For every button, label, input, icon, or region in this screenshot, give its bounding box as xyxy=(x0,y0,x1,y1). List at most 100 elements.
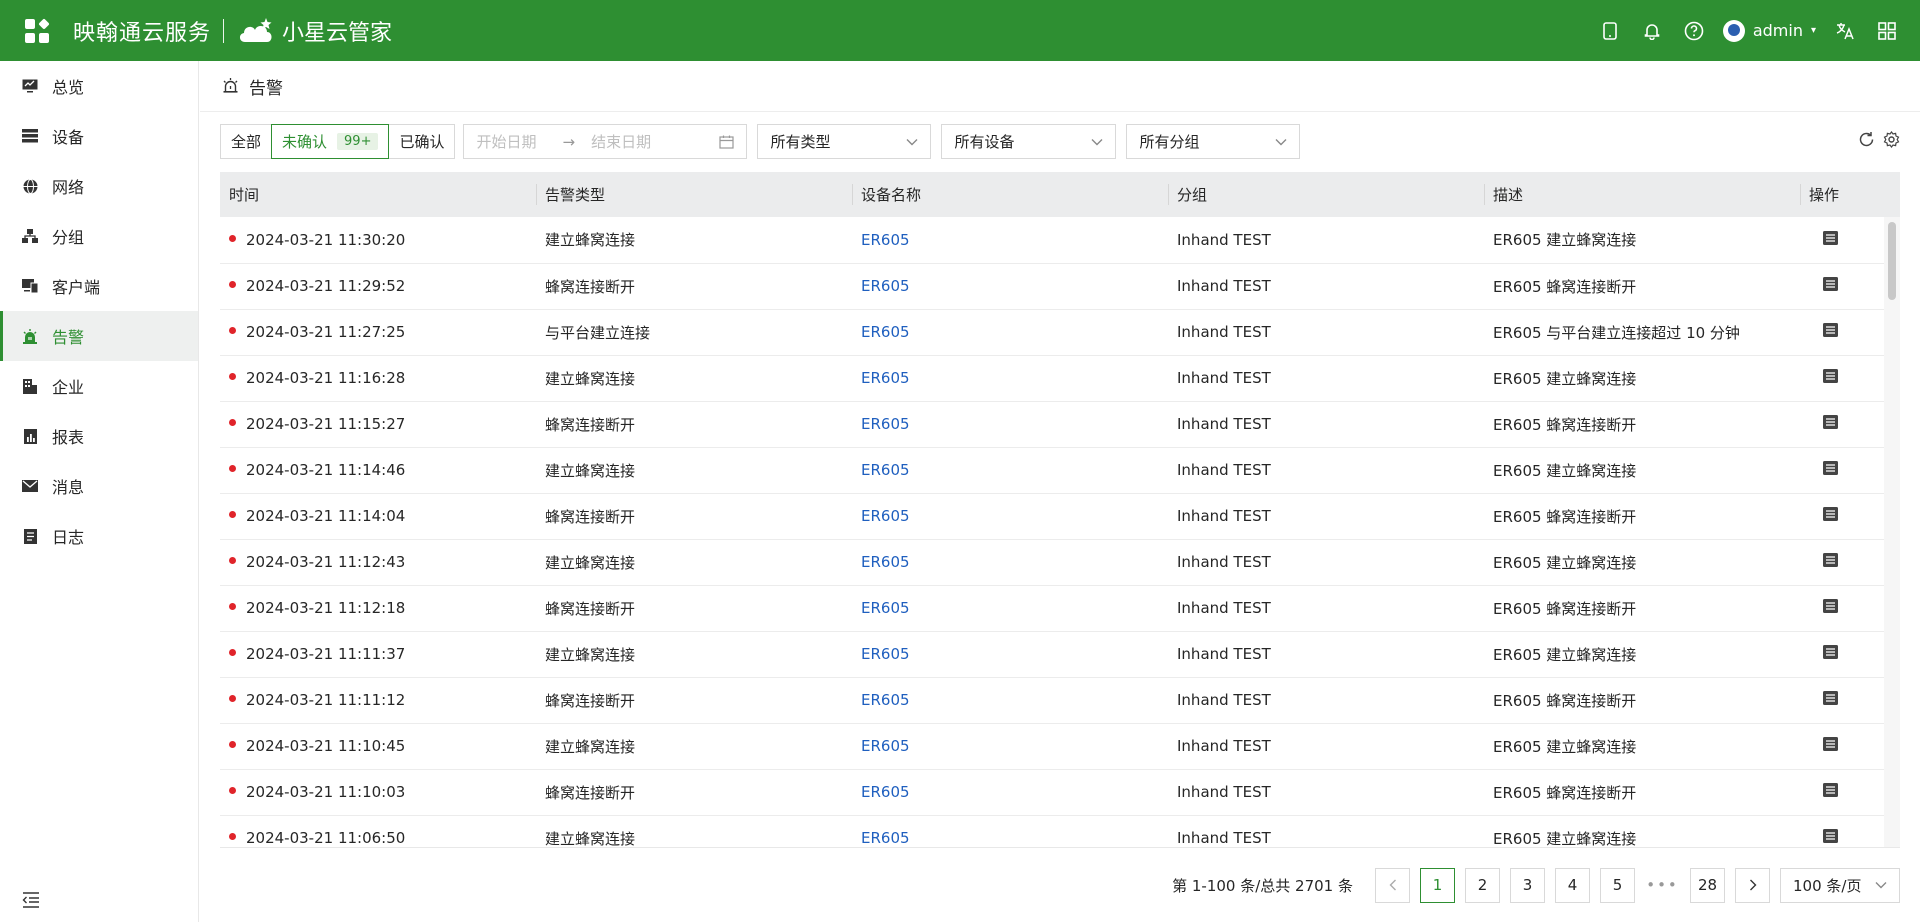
sidebar-item-alarms[interactable]: 告警 xyxy=(0,311,198,361)
detail-icon[interactable] xyxy=(1823,323,1838,337)
scrollbar-thumb[interactable] xyxy=(1888,222,1896,300)
main-content: 告警 全部 未确认 99+ 已确认 开始日期 → 结束日期 所有类型 所有设备 … xyxy=(200,61,1920,922)
sidebar-item-devices[interactable]: 设备 xyxy=(0,111,198,161)
mobile-icon[interactable] xyxy=(1589,10,1631,52)
page-2-button[interactable]: 2 xyxy=(1465,867,1500,903)
grid-icon[interactable] xyxy=(1866,10,1908,52)
page-1-button[interactable]: 1 xyxy=(1420,867,1455,903)
detail-icon[interactable] xyxy=(1823,461,1838,475)
filter-all-button[interactable]: 全部 xyxy=(220,124,273,159)
page-ellipsis[interactable]: ••• xyxy=(1645,867,1680,903)
alert-dot-icon xyxy=(229,833,236,840)
table-row[interactable]: 2024-03-21 11:11:37 建立蜂窝连接 ER605 Inhand TES… xyxy=(220,631,1900,678)
start-date-input[interactable]: 开始日期 xyxy=(476,131,536,152)
table-row[interactable]: 2024-03-21 11:27:25 与平台建立连接 ER605 Inhand TE… xyxy=(220,309,1900,356)
prev-page-button[interactable] xyxy=(1375,867,1410,903)
table-row[interactable]: 2024-03-21 11:29:52 蜂窝连接断开 ER605 Inhand TES… xyxy=(220,263,1900,310)
sidebar-item-messages[interactable]: 消息 xyxy=(0,461,198,511)
next-page-button[interactable] xyxy=(1735,867,1770,903)
group-select[interactable]: 所有分组 xyxy=(1126,124,1301,159)
end-date-input[interactable]: 结束日期 xyxy=(591,131,651,152)
device-select[interactable]: 所有设备 xyxy=(941,124,1117,159)
device-link[interactable]: ER605 xyxy=(861,645,910,663)
page-3-button[interactable]: 3 xyxy=(1510,867,1545,903)
device-link[interactable]: ER605 xyxy=(861,369,910,387)
refresh-icon[interactable] xyxy=(1858,131,1875,148)
translate-icon[interactable] xyxy=(1824,10,1866,52)
detail-icon[interactable] xyxy=(1823,737,1838,751)
detail-icon[interactable] xyxy=(1823,415,1838,429)
table-row[interactable]: 2024-03-21 11:11:12 蜂窝连接断开 ER605 Inhand TES… xyxy=(220,677,1900,724)
detail-icon[interactable] xyxy=(1823,691,1838,705)
table-row[interactable]: 2024-03-21 11:06:50 建立蜂窝连接 ER605 Inhand TES… xyxy=(220,815,1900,847)
table-scrollbar[interactable] xyxy=(1884,217,1900,847)
user-menu[interactable]: admin ▾ xyxy=(1722,19,1816,42)
detail-icon[interactable] xyxy=(1823,599,1838,613)
type-select[interactable]: 所有类型 xyxy=(757,124,932,159)
filter-confirmed-button[interactable]: 已确认 xyxy=(388,124,456,159)
column-header-device[interactable]: 设备名称 xyxy=(852,172,1168,217)
collapse-sidebar-icon[interactable] xyxy=(22,892,40,908)
detail-icon[interactable] xyxy=(1823,277,1838,291)
table-row[interactable]: 2024-03-21 11:10:45 建立蜂窝连接 ER605 Inhand TES… xyxy=(220,723,1900,770)
settings-icon[interactable] xyxy=(1883,131,1900,148)
sidebar-item-overview[interactable]: 总览 xyxy=(0,61,198,111)
column-header-time[interactable]: 时间 xyxy=(220,172,536,217)
detail-icon[interactable] xyxy=(1823,645,1838,659)
table-row[interactable]: 2024-03-21 11:15:27 蜂窝连接断开 ER605 Inhand TES… xyxy=(220,401,1900,448)
table-row[interactable]: 2024-03-21 11:10:03 蜂窝连接断开 ER605 Inhand TES… xyxy=(220,769,1900,816)
table-row[interactable]: 2024-03-21 11:14:04 蜂窝连接断开 ER605 Inhand TES… xyxy=(220,493,1900,540)
page-size-select[interactable]: 100 条/页 xyxy=(1780,867,1900,903)
type-select-value: 所有类型 xyxy=(770,133,831,151)
sidebar-item-groups[interactable]: 分组 xyxy=(0,211,198,261)
detail-icon[interactable] xyxy=(1823,829,1838,843)
page-4-button[interactable]: 4 xyxy=(1555,867,1590,903)
top-bar: 映翰通云服务 小星云管家 admin ▾ xyxy=(0,0,1920,61)
filter-toolbar: 全部 未确认 99+ 已确认 开始日期 → 结束日期 所有类型 所有设备 所有分… xyxy=(220,124,1301,159)
device-link[interactable]: ER605 xyxy=(861,737,910,755)
table-row[interactable]: 2024-03-21 11:12:18 蜂窝连接断开 ER605 Inhand TES… xyxy=(220,585,1900,632)
device-link[interactable]: ER605 xyxy=(861,507,910,525)
device-link[interactable]: ER605 xyxy=(861,553,910,571)
sidebar-item-network[interactable]: 网络 xyxy=(0,161,198,211)
sidebar-item-reports[interactable]: 报表 xyxy=(0,411,198,461)
column-header-group[interactable]: 分组 xyxy=(1168,172,1484,217)
table-row[interactable]: 2024-03-21 11:30:20 建立蜂窝连接 ER605 Inhand TES… xyxy=(220,217,1900,264)
app-grid-icon[interactable] xyxy=(25,17,50,43)
filter-unconfirmed-button[interactable]: 未确认 99+ xyxy=(271,124,390,159)
device-link[interactable]: ER605 xyxy=(861,783,910,801)
cell-device: ER605 xyxy=(852,447,1168,494)
help-icon[interactable] xyxy=(1673,10,1715,52)
device-link[interactable]: ER605 xyxy=(861,461,910,479)
page-header: 告警 xyxy=(200,61,1920,112)
device-link[interactable]: ER605 xyxy=(861,277,910,295)
detail-icon[interactable] xyxy=(1823,230,1838,245)
date-range-picker[interactable]: 开始日期 → 结束日期 xyxy=(463,124,748,159)
cell-time: 2024-03-21 11:12:18 xyxy=(220,585,536,632)
device-link[interactable]: ER605 xyxy=(861,599,910,617)
sidebar-item-logs[interactable]: 日志 xyxy=(0,511,198,561)
sidebar-item-clients[interactable]: 客户端 xyxy=(0,261,198,311)
bell-icon[interactable] xyxy=(1631,10,1673,52)
device-link[interactable]: ER605 xyxy=(861,691,910,709)
page-5-button[interactable]: 5 xyxy=(1600,867,1635,903)
detail-icon[interactable] xyxy=(1823,507,1838,521)
cell-group: Inhand TEST xyxy=(1168,217,1484,264)
table-row[interactable]: 2024-03-21 11:12:43 建立蜂窝连接 ER605 Inhand TES… xyxy=(220,539,1900,586)
device-link[interactable]: ER605 xyxy=(861,829,910,847)
device-link[interactable]: ER605 xyxy=(861,231,910,249)
device-link[interactable]: ER605 xyxy=(861,323,910,341)
alert-dot-icon xyxy=(229,695,236,702)
column-header-type[interactable]: 告警类型 xyxy=(536,172,852,217)
log-icon xyxy=(22,528,38,544)
table-row[interactable]: 2024-03-21 11:16:28 建立蜂窝连接 ER605 Inhand TES… xyxy=(220,355,1900,402)
column-header-description[interactable]: 描述 xyxy=(1484,172,1800,217)
cell-type: 蜂窝连接断开 xyxy=(536,769,852,816)
detail-icon[interactable] xyxy=(1823,369,1838,383)
page-last-button[interactable]: 28 xyxy=(1690,867,1725,903)
table-row[interactable]: 2024-03-21 11:14:46 建立蜂窝连接 ER605 Inhand TES… xyxy=(220,447,1900,494)
sidebar-item-enterprise[interactable]: 企业 xyxy=(0,361,198,411)
device-link[interactable]: ER605 xyxy=(861,415,910,433)
detail-icon[interactable] xyxy=(1823,783,1838,797)
detail-icon[interactable] xyxy=(1823,553,1838,567)
